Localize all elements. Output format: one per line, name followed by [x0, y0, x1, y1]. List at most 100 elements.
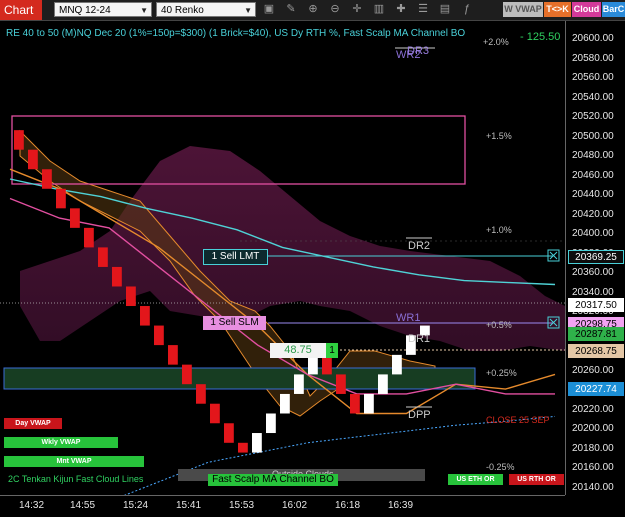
weekly-vwap-button[interactable]: Wkly VWAP [4, 437, 118, 448]
bar-type-selector[interactable]: 40 Renko ▼ [156, 2, 256, 17]
indicator-icon[interactable]: ƒ [460, 2, 474, 17]
price-tick: 20460.00 [572, 169, 614, 181]
pct-label-top: +2.0% [483, 37, 509, 47]
price-tick: 20180.00 [572, 442, 614, 454]
fast-scalp-label[interactable]: Fast Scalp MA Channel BO [208, 474, 338, 486]
monthly-vwap-button[interactable]: Mnt VWAP [4, 456, 144, 467]
chevron-down-icon: ▼ [140, 6, 148, 15]
price-tick: 20480.00 [572, 150, 614, 161]
price-tick: 20400.00 [572, 228, 614, 239]
renko-brick [112, 266, 122, 287]
time-tick: 14:32 [19, 500, 45, 511]
renko-brick [28, 149, 38, 170]
us-eth-or-button[interactable]: US ETH OR [448, 474, 503, 485]
bar-color-button[interactable]: BarC [602, 2, 625, 17]
price-tick: 20600.00 [572, 33, 614, 44]
renko-brick [280, 393, 290, 414]
crosshair-icon[interactable]: ✛ [350, 2, 364, 17]
level-dpp: DPP [408, 409, 431, 421]
sell-limit-order[interactable]: 1 Sell LMT [203, 249, 268, 265]
price-tick: 20360.00 [572, 267, 614, 278]
time-tick: 15:41 [176, 500, 202, 511]
price-chart-panel[interactable]: RE 40 to 50 (M)NQ Dec 20 (1%=150p=$300) … [0, 21, 565, 495]
demand-zone [3, 367, 476, 390]
price-tick: 20140.00 [572, 481, 614, 493]
renko-brick [154, 325, 164, 346]
price-tick: 20520.00 [572, 111, 614, 122]
price-tick: 20580.00 [572, 52, 614, 64]
renko-brick [126, 286, 136, 307]
sell-stop-order[interactable]: 1 Sell SLM [203, 316, 266, 330]
renko-brick [294, 374, 304, 394]
renko-brick [98, 247, 108, 267]
time-tick: 15:53 [229, 500, 255, 511]
day-vwap-button[interactable]: Day VWAP [4, 418, 62, 429]
renko-brick [42, 169, 52, 189]
renko-brick [336, 374, 346, 394]
close-label: CLOSE 25 SEP [486, 415, 550, 425]
price-tick: 20420.00 [572, 208, 614, 220]
price-tick: 20220.00 [572, 403, 614, 415]
chart-info-line: RE 40 to 50 (M)NQ Dec 20 (1%=150p=$300) … [6, 28, 466, 39]
paperclip-icon[interactable]: ✎ [284, 2, 298, 17]
template-icon[interactable]: ▤ [438, 2, 452, 17]
position-qty[interactable]: 48.75 [270, 343, 326, 358]
chart-icon[interactable]: ▥ [372, 2, 386, 17]
chart-window-label: Chart [0, 0, 42, 20]
price-tag-position: 20268.75 [568, 344, 624, 358]
time-tick: 16:02 [282, 500, 308, 511]
tenkan-kijun-button[interactable]: T<>K [544, 2, 571, 17]
zoom-out-icon[interactable]: ⊖ [328, 2, 342, 17]
renko-brick [70, 208, 80, 228]
time-tick: 14:55 [70, 500, 96, 511]
price-tag-avg: 20287.81 [568, 327, 624, 341]
renko-brick [350, 393, 360, 414]
lock-icon[interactable]: ▣ [262, 2, 276, 17]
renko-brick [364, 393, 374, 414]
time-axis[interactable]: 14:32 14:55 15:24 15:41 15:53 16:02 16:1… [0, 495, 565, 517]
level-dr1: DR1 [408, 333, 431, 345]
properties-icon[interactable]: ☰ [416, 2, 430, 17]
renko-brick [140, 306, 150, 326]
instrument-value: MNQ 12-24 [59, 5, 111, 16]
chart-canvas [0, 47, 565, 495]
time-tick: 16:39 [388, 500, 414, 511]
price-axis[interactable]: 20600.00 20580.00 20560.00 20540.00 20520.00… [565, 21, 625, 495]
pnl-value: - 125.50 [520, 31, 561, 43]
price-tag-last: 20317.50 [568, 298, 624, 312]
us-rth-or-button[interactable]: US RTH OR [509, 474, 564, 485]
renko-brick [168, 345, 178, 365]
price-tag-sell-limit: 20369.25 [568, 250, 624, 264]
position-badge[interactable]: 1 [326, 343, 338, 358]
chart-toolbar: Chart MNQ 12-24 ▼ 40 Renko ▼ ▣ ✎ ⊕ ⊖ ✛ ▥ ✚… [0, 0, 625, 21]
price-tick: 20540.00 [572, 91, 614, 103]
bar-type-value: 40 Renko [161, 5, 204, 16]
renko-brick [196, 384, 206, 404]
pct-label-0-25: +0.25% [486, 368, 517, 378]
renko-brick [84, 227, 94, 248]
level-dr3: DR3 [407, 45, 430, 57]
renko-brick [56, 188, 66, 209]
price-tick: 20340.00 [572, 286, 614, 298]
pct-label-0-5: +0.5% [486, 320, 512, 330]
pct-label-1-0: +1.0% [486, 225, 512, 235]
cloud-button[interactable]: Cloud [572, 2, 601, 17]
renko-brick [224, 423, 234, 443]
pct-label-minus-0-25: -0.25% [486, 462, 515, 472]
zoom-in-icon[interactable]: ⊕ [306, 2, 320, 17]
plus-icon[interactable]: ✚ [394, 2, 408, 17]
price-tick: 20500.00 [572, 130, 614, 142]
time-tick: 16:18 [335, 500, 361, 511]
instrument-selector[interactable]: MNQ 12-24 ▼ [54, 2, 152, 17]
pct-label-1-5: +1.5% [486, 131, 512, 141]
renko-brick [378, 374, 388, 394]
price-tick: 20560.00 [572, 72, 614, 83]
tenkan-kijun-label: 2C Tenkan Kijun Fast Cloud Lines [8, 474, 144, 484]
level-dr2: DR2 [408, 240, 431, 252]
w-vwap-button[interactable]: W VWAP [503, 2, 543, 17]
price-tick: 20260.00 [572, 364, 614, 376]
price-tick: 20200.00 [572, 423, 614, 434]
chevron-down-icon: ▼ [244, 6, 252, 15]
renko-brick [182, 364, 192, 385]
renko-brick [266, 413, 276, 434]
